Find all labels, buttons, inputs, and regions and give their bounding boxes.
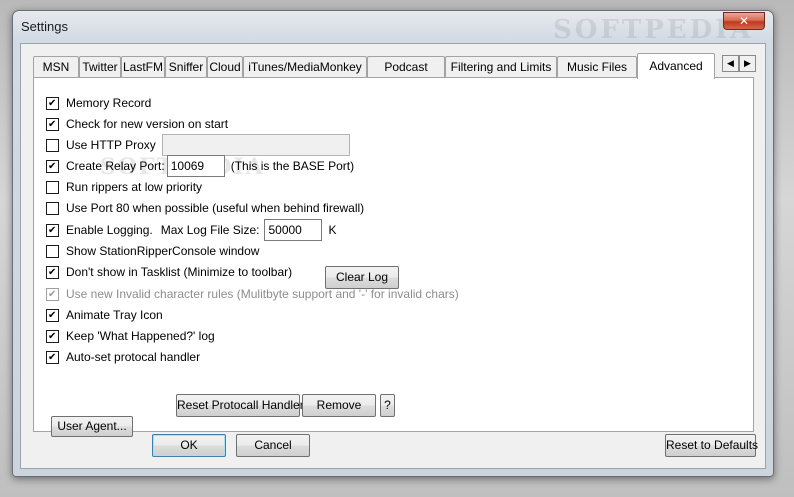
tab-music-files[interactable]: Music Files (557, 56, 637, 78)
http-proxy-row: Use HTTP Proxy (46, 134, 350, 156)
memory-record-row: Memory Record (46, 94, 151, 112)
reset-defaults-button[interactable]: Reset to Defaults (665, 434, 758, 457)
relay-port-checkbox[interactable] (46, 159, 59, 173)
tab-filtering-limits[interactable]: Filtering and Limits (445, 56, 557, 78)
max-log-size-label: Max Log File Size: (160, 223, 260, 237)
animate-tray-checkbox[interactable] (46, 308, 59, 322)
logging-checkbox[interactable] (46, 223, 59, 237)
invalid-chars-row: Use new Invalid character rules (Mulitby… (46, 285, 459, 303)
protocol-checkbox[interactable] (46, 350, 59, 364)
ok-button[interactable]: OK (152, 434, 226, 457)
tab-twitter[interactable]: Twitter (79, 56, 121, 78)
relay-port-note: (This is the BASE Port) (230, 159, 355, 173)
low-priority-row: Run rippers at low priority (46, 178, 202, 196)
show-console-row: Show StationRipperConsole window (46, 242, 259, 260)
protocol-help-button[interactable]: ? (380, 394, 395, 417)
user-agent-button[interactable]: User Agent... (51, 416, 133, 437)
check-version-row: Check for new version on start (46, 115, 228, 133)
check-version-label: Check for new version on start (66, 117, 229, 131)
protocol-row: Auto-set protocal handler (46, 348, 200, 366)
show-console-checkbox[interactable] (46, 244, 59, 258)
tab-scroll-left-icon[interactable]: ◀ (722, 55, 739, 72)
tasklist-row: Don't show in Tasklist (Minimize to tool… (46, 263, 292, 281)
cancel-button[interactable]: Cancel (236, 434, 310, 457)
relay-port-row: Create Relay Port: 10069 (This is the BA… (46, 155, 355, 177)
port80-row: Use Port 80 when possible (useful when b… (46, 199, 364, 217)
relay-port-label: Create Relay Port: (66, 159, 165, 173)
remove-protocol-button[interactable]: Remove (302, 394, 376, 417)
http-proxy-checkbox[interactable] (46, 138, 59, 152)
low-priority-checkbox[interactable] (46, 180, 59, 194)
settings-window: Settings SOFTPEDIA ✕ MSN Twitter LastFM … (12, 10, 774, 477)
animate-tray-label: Animate Tray Icon (66, 308, 163, 322)
protocol-label: Auto-set protocal handler (66, 350, 201, 364)
tab-sniffer[interactable]: Sniffer (165, 56, 207, 78)
keep-log-checkbox[interactable] (46, 329, 59, 343)
logging-row: Enable Logging. Max Log File Size: 50000… (46, 219, 337, 241)
logging-label: Enable Logging. (66, 223, 153, 237)
tab-lastfm[interactable]: LastFM (121, 56, 165, 78)
keep-log-row: Keep 'What Happened?' log (46, 327, 215, 345)
relay-port-input[interactable]: 10069 (166, 155, 225, 177)
tab-cloud[interactable]: Cloud (207, 56, 243, 78)
tab-scroll-right-icon[interactable]: ▶ (739, 55, 756, 72)
tab-msn[interactable]: MSN (33, 56, 79, 78)
memory-record-checkbox[interactable] (46, 96, 59, 110)
tab-itunes-mediamonkey[interactable]: iTunes/MediaMonkey (243, 56, 367, 78)
show-console-label: Show StationRipperConsole window (66, 244, 260, 258)
check-version-checkbox[interactable] (46, 117, 59, 131)
port80-label: Use Port 80 when possible (useful when b… (66, 201, 365, 215)
http-proxy-input[interactable] (161, 134, 350, 156)
tasklist-checkbox[interactable] (46, 265, 59, 279)
http-proxy-label: Use HTTP Proxy (66, 138, 156, 152)
reset-protocol-handler-button[interactable]: Reset Protocall Handler (176, 394, 304, 417)
client-area: MSN Twitter LastFM Sniffer Cloud iTunes/… (20, 43, 766, 469)
max-log-size-unit: K (328, 223, 337, 237)
invalid-chars-label: Use new Invalid character rules (Mulitby… (66, 287, 459, 301)
port80-checkbox[interactable] (46, 201, 59, 215)
tasklist-label: Don't show in Tasklist (Minimize to tool… (66, 265, 293, 279)
window-title: Settings (21, 19, 68, 34)
tab-podcast[interactable]: Podcast (367, 56, 445, 78)
memory-record-label: Memory Record (66, 96, 152, 110)
close-button[interactable]: ✕ (723, 12, 765, 30)
animate-tray-row: Animate Tray Icon (46, 306, 163, 324)
advanced-panel: SOFTPEDIA Memory Record Check for new ve… (33, 77, 754, 437)
low-priority-label: Run rippers at low priority (66, 180, 203, 194)
max-log-size-input[interactable]: 50000 (264, 219, 323, 241)
tab-advanced[interactable]: Advanced (637, 53, 715, 79)
invalid-chars-checkbox (46, 287, 59, 301)
keep-log-label: Keep 'What Happened?' log (66, 329, 215, 343)
